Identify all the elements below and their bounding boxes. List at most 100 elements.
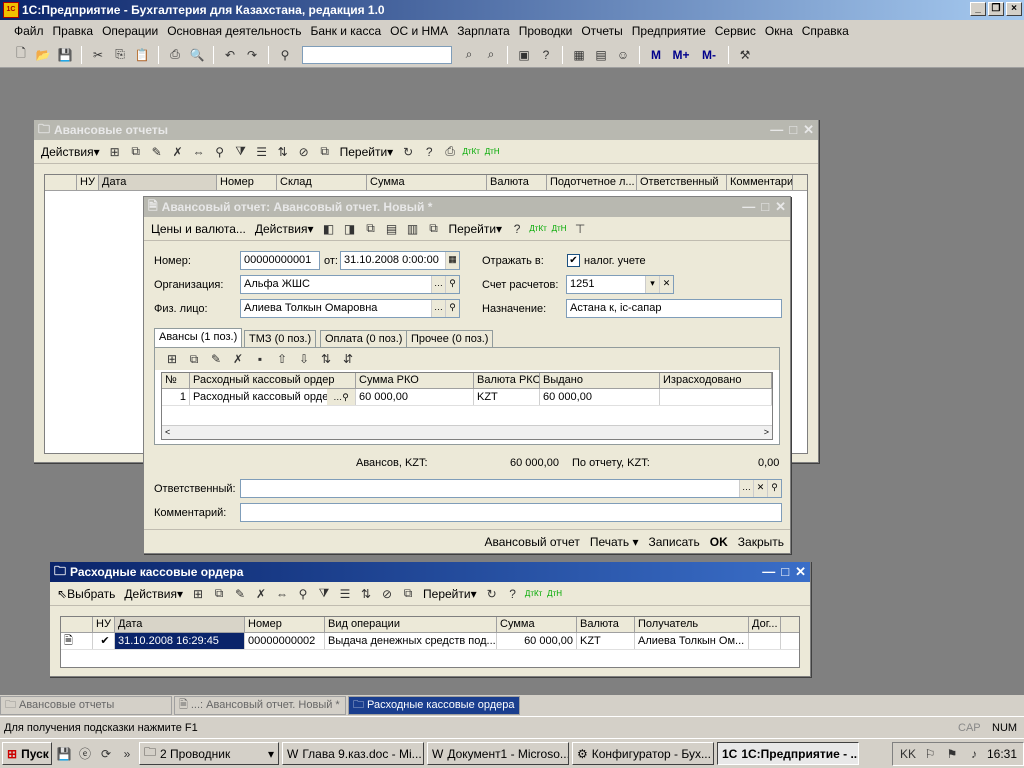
- column-header[interactable]: Номер: [245, 617, 325, 632]
- minimize-icon[interactable]: —: [742, 199, 755, 215]
- help-icon[interactable]: ?: [537, 46, 555, 64]
- date-field[interactable]: 31.10.2008 0:00:00 ▦: [340, 251, 460, 270]
- copy-icon[interactable]: ⎘: [111, 46, 129, 64]
- filter-list-icon[interactable]: ☰: [253, 143, 271, 161]
- purpose-field[interactable]: Астана к, іс-сапар: [566, 299, 782, 318]
- dt-kt-h-icon[interactable]: ДтН: [546, 585, 564, 603]
- number-field[interactable]: 00000000001: [240, 251, 320, 270]
- hierarchy-icon[interactable]: ⧉: [316, 143, 334, 161]
- prev-icon[interactable]: ◧: [319, 220, 337, 238]
- dt-kt-icon[interactable]: ДтКт: [529, 220, 547, 238]
- interval-icon[interactable]: ⇔: [190, 143, 208, 161]
- actions-menu[interactable]: Действия ▾: [252, 219, 317, 239]
- move-up-icon[interactable]: ⇧: [273, 350, 291, 368]
- dt-kt-icon[interactable]: ДтКт: [462, 143, 480, 161]
- column-header[interactable]: Склад: [277, 175, 367, 190]
- add-row-icon[interactable]: ⊞: [163, 350, 181, 368]
- column-header[interactable]: Комментарий: [727, 175, 793, 190]
- actions-menu[interactable]: Действия ▾: [38, 142, 103, 162]
- tray-icon[interactable]: ⚑: [943, 745, 961, 763]
- find-next-icon[interactable]: ⌕: [460, 46, 478, 64]
- org-field[interactable]: Альфа ЖШС… ⚲: [240, 275, 460, 294]
- clear-filter-icon[interactable]: ⊘: [295, 143, 313, 161]
- menu-assets[interactable]: ОС и НМА: [390, 24, 448, 38]
- responsible-field[interactable]: … ✕ ⚲: [240, 479, 782, 498]
- window-tab-advance-reports[interactable]: 🗀 Авансовые отчеты: [0, 696, 172, 715]
- person-field[interactable]: Алиева Толкын Омаровна… ⚲: [240, 299, 460, 318]
- tab-inventory[interactable]: ТМЗ (0 поз.): [244, 330, 317, 347]
- delete-icon[interactable]: ✗: [169, 143, 187, 161]
- open-icon[interactable]: ⚲: [445, 300, 459, 317]
- search-combo[interactable]: [302, 45, 452, 64]
- column-header[interactable]: Израсходовано: [660, 373, 772, 388]
- quick-launch-icon[interactable]: ⟳: [97, 745, 115, 763]
- open-icon[interactable]: ⚲: [445, 276, 459, 293]
- select-button[interactable]: …: [739, 480, 753, 497]
- maximize-icon[interactable]: □: [781, 564, 789, 580]
- post-icon[interactable]: ▤: [382, 220, 400, 238]
- find-prev-icon[interactable]: ⌕: [482, 46, 500, 64]
- browser-icon[interactable]: ⓔ: [76, 745, 94, 763]
- choose-button[interactable]: ⇖ Выбрать: [54, 584, 118, 604]
- tax-accounting-checkbox[interactable]: ✔: [567, 254, 580, 267]
- end-edit-icon[interactable]: ▪: [251, 350, 269, 368]
- close-icon[interactable]: ✕: [775, 199, 786, 215]
- goto-menu[interactable]: Перейти ▾: [445, 219, 505, 239]
- copy-row-icon[interactable]: ⧉: [185, 350, 203, 368]
- window-icon[interactable]: ▣: [515, 46, 533, 64]
- add-icon[interactable]: ⊞: [106, 143, 124, 161]
- refresh-icon[interactable]: ↻: [483, 585, 501, 603]
- minimize-icon[interactable]: —: [770, 122, 783, 138]
- clear-icon[interactable]: ✕: [659, 276, 673, 293]
- interval-icon[interactable]: ⇔: [273, 585, 291, 603]
- table-row[interactable]: 1 Расходный кассовый орде …⚲ 60 000,00 KZ…: [162, 389, 772, 406]
- copy-icon[interactable]: ⧉: [210, 585, 228, 603]
- task-explorer[interactable]: 🗀 2 Проводник ▾: [139, 742, 279, 765]
- tab-other[interactable]: Прочее (0 поз.): [406, 330, 494, 347]
- task-word-doc-1[interactable]: W Глава 9.каз.doc - Mi...: [282, 742, 424, 765]
- column-header[interactable]: Валюта: [487, 175, 547, 190]
- open-icon[interactable]: ⚲: [767, 480, 781, 497]
- menu-operations[interactable]: Операции: [102, 24, 158, 38]
- column-header[interactable]: НУ: [93, 617, 115, 632]
- column-header[interactable]: Дата: [99, 175, 217, 190]
- print-icon[interactable]: ⎙: [166, 46, 184, 64]
- structure-sub-icon[interactable]: ⊤: [571, 220, 589, 238]
- column-header[interactable]: №: [162, 373, 190, 388]
- print-icon[interactable]: ⎙: [441, 143, 459, 161]
- restore-button[interactable]: ❐: [988, 2, 1004, 16]
- maximize-icon[interactable]: □: [761, 199, 769, 215]
- tools-icon[interactable]: ⚒: [736, 46, 754, 64]
- window-tab-cash-orders[interactable]: 🗀 Расходные кассовые ордера: [348, 696, 520, 715]
- tray-icon[interactable]: ⚐: [921, 745, 939, 763]
- new-icon[interactable]: 🗋: [12, 46, 30, 64]
- clear-icon[interactable]: ✕: [753, 480, 767, 497]
- menu-service[interactable]: Сервис: [715, 24, 756, 38]
- goto-menu[interactable]: Перейти ▾: [337, 142, 397, 162]
- volume-icon[interactable]: ♪: [965, 745, 983, 763]
- help-icon[interactable]: ?: [508, 220, 526, 238]
- help-icon[interactable]: ?: [504, 585, 522, 603]
- save-button[interactable]: Записать: [649, 535, 700, 549]
- filter-list-icon[interactable]: ☰: [336, 585, 354, 603]
- prices-currency-button[interactable]: Цены и валюта...: [148, 219, 249, 239]
- delete-row-icon[interactable]: ✗: [229, 350, 247, 368]
- column-header[interactable]: Расходный кассовый ордер: [190, 373, 356, 388]
- menu-file[interactable]: Файл: [14, 24, 44, 38]
- calendar-icon[interactable]: ▤: [592, 46, 610, 64]
- calculator-icon[interactable]: ▦: [570, 46, 588, 64]
- sort-desc-icon[interactable]: ⇵: [339, 350, 357, 368]
- save-icon[interactable]: 💾: [56, 46, 74, 64]
- menu-enterprise[interactable]: Предприятие: [632, 24, 706, 38]
- close-button[interactable]: ×: [1006, 2, 1022, 16]
- minimize-button[interactable]: _: [970, 2, 986, 16]
- menu-bank[interactable]: Банк и касса: [310, 24, 381, 38]
- column-header[interactable]: Вид операции: [325, 617, 497, 632]
- task-1c-enterprise[interactable]: 1C 1С:Предприятие - ...: [717, 742, 859, 765]
- dt-kt-icon[interactable]: ДтКт: [525, 585, 543, 603]
- structure-icon[interactable]: ⧉: [424, 220, 442, 238]
- tab-advances[interactable]: Авансы (1 поз.): [154, 328, 243, 347]
- next-icon[interactable]: ◨: [340, 220, 358, 238]
- task-configurator[interactable]: ⚙ Конфигуратор - Бух...: [572, 742, 714, 765]
- table-row[interactable]: 🗎 ✔ 31.10.2008 16:29:45 00000000002 Выда…: [61, 633, 799, 650]
